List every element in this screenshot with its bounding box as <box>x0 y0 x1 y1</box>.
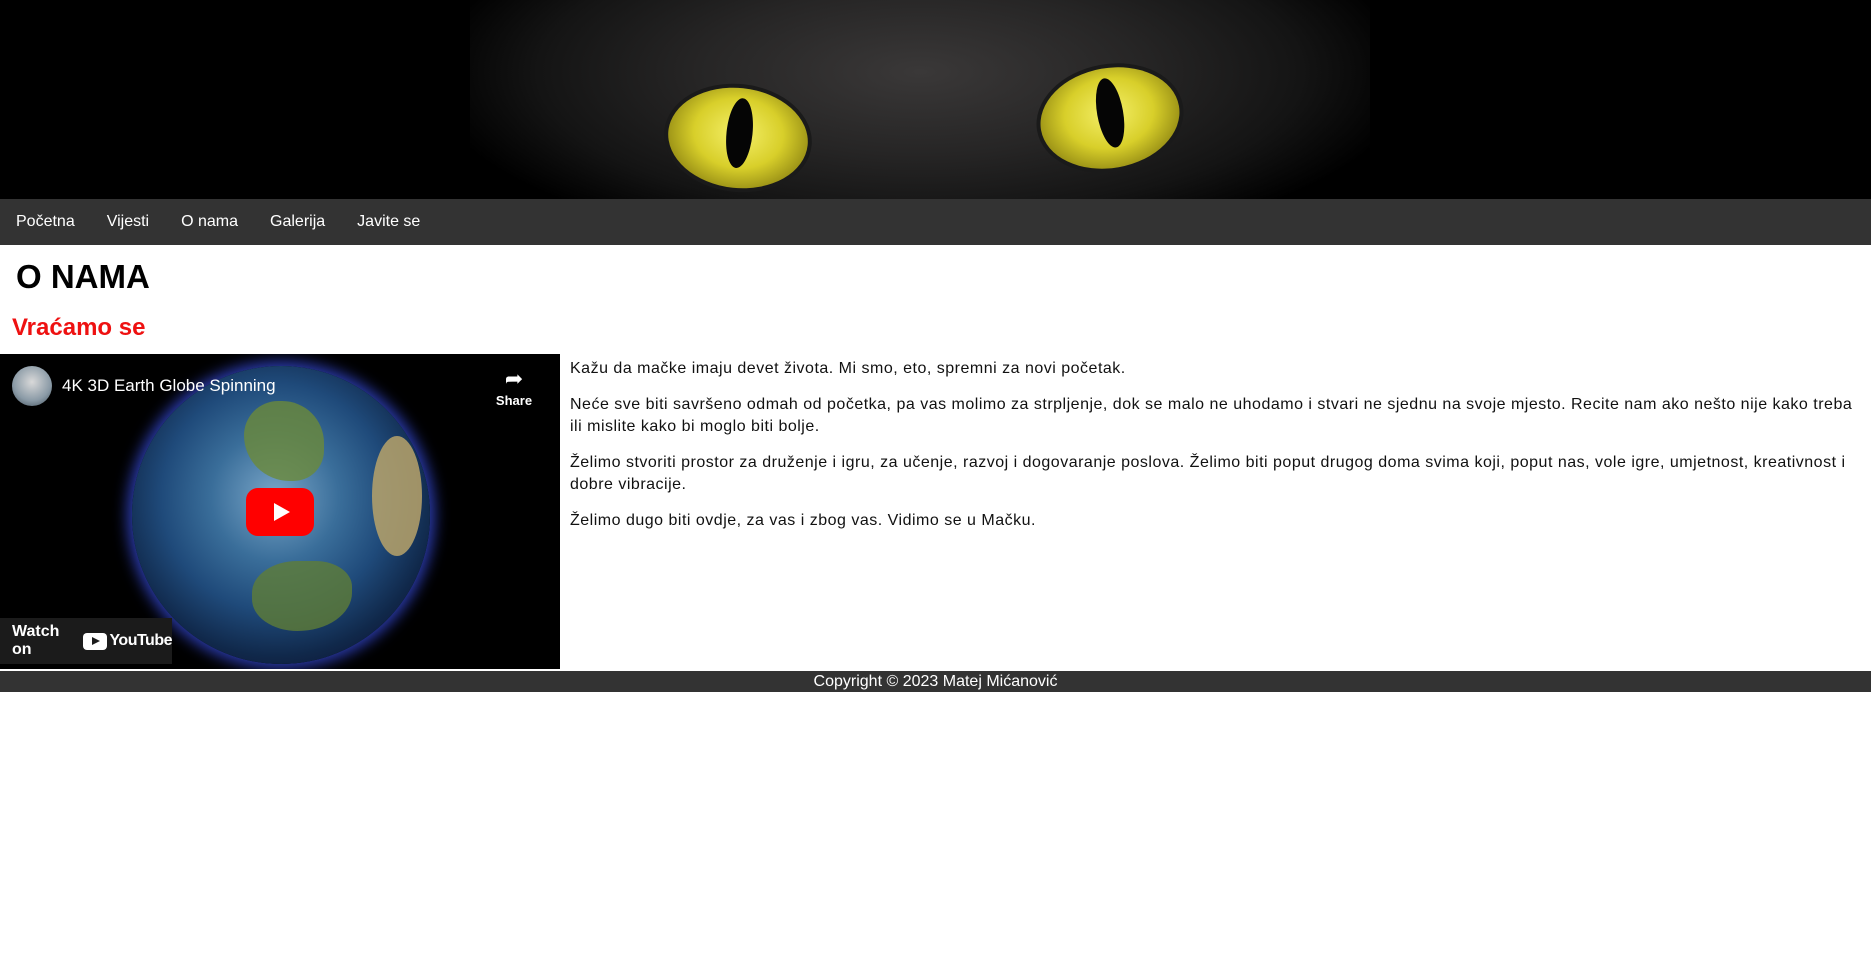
share-icon: ➦ <box>504 366 524 391</box>
youtube-logo: YouTube <box>83 632 172 650</box>
about-text: Kažu da mačke imaju devet života. Mi smo… <box>570 354 1860 546</box>
nav-item-vijesti[interactable]: Vijesti <box>91 199 165 245</box>
share-label: Share <box>495 393 533 408</box>
header-banner <box>0 0 1871 199</box>
paragraph: Neće sve biti savršeno odmah od početka,… <box>570 396 1853 435</box>
nav-item-pocetna[interactable]: Početna <box>0 199 91 245</box>
play-icon[interactable] <box>246 488 314 536</box>
youtube-logo-text: YouTube <box>109 632 172 649</box>
channel-avatar[interactable] <box>12 366 52 406</box>
youtube-video-embed[interactable]: 4K 3D Earth Globe Spinning ➦ Share Watch… <box>0 354 560 669</box>
paragraph: Želimo dugo biti ovdje, za vas i zbog va… <box>570 512 1036 529</box>
video-title[interactable]: 4K 3D Earth Globe Spinning <box>62 376 276 396</box>
cat-face-image <box>470 0 1370 199</box>
watch-on-youtube-button[interactable]: Watch on YouTube <box>0 618 172 664</box>
share-button[interactable]: ➦ Share <box>488 366 540 410</box>
watch-on-label: Watch on <box>12 623 60 658</box>
paragraph: Želimo stvoriti prostor za druženje i ig… <box>570 454 1846 493</box>
nav-item-javite-se[interactable]: Javite se <box>341 199 436 245</box>
main-nav: Početna Vijesti O nama Galerija Javite s… <box>0 199 1871 245</box>
nav-item-galerija[interactable]: Galerija <box>254 199 341 245</box>
page-title: O NAMA <box>16 258 150 295</box>
nav-item-o-nama[interactable]: O nama <box>165 199 254 245</box>
copyright-text: Copyright © 2023 Matej Mićanović <box>813 673 1058 690</box>
page-subtitle: Vraćamo se <box>12 314 146 341</box>
footer: Copyright © 2023 Matej Mićanović <box>0 671 1871 692</box>
youtube-play-icon <box>83 632 108 650</box>
paragraph: Kažu da mačke imaju devet života. Mi smo… <box>570 360 1126 377</box>
